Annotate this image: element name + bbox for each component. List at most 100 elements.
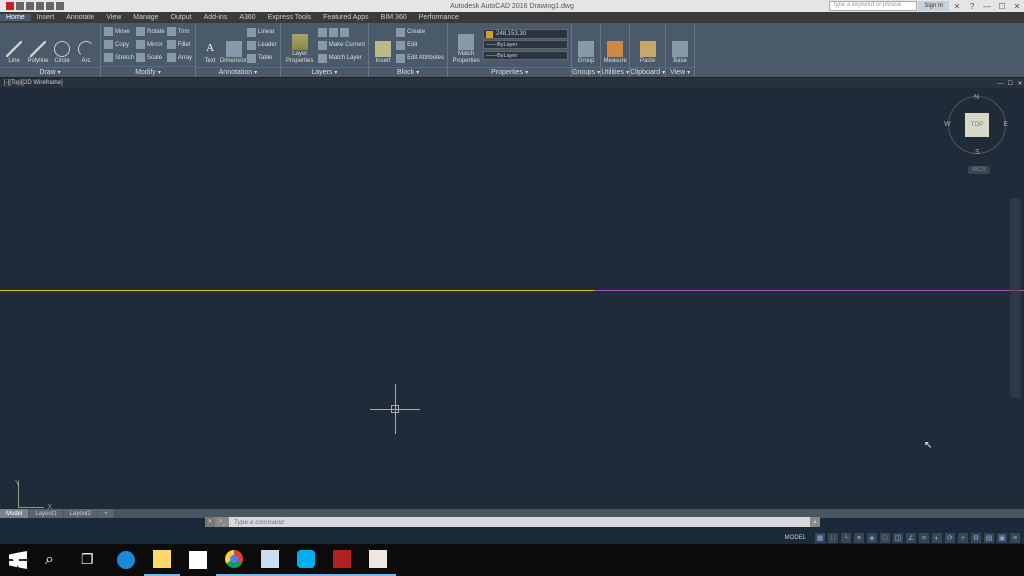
compass-n[interactable]: N — [974, 94, 979, 101]
match-properties-button[interactable]: Match Properties — [451, 25, 481, 65]
layout-tab-1[interactable]: Layout1 — [29, 509, 62, 518]
viewcube-face-top[interactable]: TOP — [965, 113, 989, 137]
app-menu-icon[interactable] — [6, 2, 14, 10]
wcs-dropdown[interactable]: WCS — [968, 166, 990, 174]
tab-view[interactable]: View — [100, 14, 127, 21]
linetype-dropdown[interactable]: —— ByLayer — [483, 40, 568, 49]
panel-clipboard-label[interactable]: Clipboard▾ — [630, 67, 665, 77]
compass-w[interactable]: W — [944, 121, 951, 128]
edge-taskbar[interactable] — [108, 544, 144, 576]
store-taskbar[interactable] — [180, 544, 216, 576]
qat-undo-icon[interactable] — [46, 2, 54, 10]
panel-layers-label[interactable]: Layers▾ — [281, 67, 368, 77]
line-button[interactable]: Line — [3, 25, 25, 65]
tab-addins[interactable]: Add-ins — [198, 14, 234, 21]
isodraft-toggle[interactable]: ◈ — [867, 533, 877, 543]
text-button[interactable]: AText — [199, 25, 221, 65]
layer-dropdown[interactable]: 248,153,30 — [483, 29, 568, 39]
3dosnap-toggle[interactable]: ◫ — [893, 533, 903, 543]
command-input[interactable] — [229, 517, 810, 527]
drawn-line-object[interactable] — [0, 290, 1024, 291]
workspace-switch[interactable]: ⚙ — [971, 533, 981, 543]
osnap-toggle[interactable]: □ — [880, 533, 890, 543]
paint-taskbar[interactable] — [360, 544, 396, 576]
lineweight-dropdown[interactable]: —— ByLayer — [483, 51, 568, 60]
start-button[interactable] — [0, 544, 36, 576]
layer-states-row[interactable] — [318, 26, 365, 38]
doc-max-button[interactable]: ☐ — [1006, 80, 1014, 87]
maximize-button[interactable]: ☐ — [995, 1, 1009, 11]
leader-button[interactable]: Leader — [247, 39, 277, 51]
tab-manage[interactable]: Manage — [127, 14, 164, 21]
stretch-button[interactable]: Stretch — [104, 52, 134, 64]
panel-modify-label[interactable]: Modify▾ — [101, 66, 195, 77]
circle-button[interactable]: Circle — [51, 25, 73, 65]
move-button[interactable]: Move — [104, 26, 134, 38]
panel-groups-label[interactable]: Groups▾ — [572, 67, 600, 77]
drawing-area[interactable]: [-][Top][2D Wireframe] — ☐ ✕ ↖ Y X TOP N… — [0, 78, 1024, 518]
tab-insert[interactable]: Insert — [31, 14, 61, 21]
snap-toggle[interactable]: ∷ — [828, 533, 838, 543]
sign-in-button[interactable]: Sign In — [918, 1, 949, 11]
notepad-taskbar[interactable] — [252, 544, 288, 576]
status-model-button[interactable]: MODEL — [785, 535, 806, 541]
command-line[interactable]: ✕ >_ ▴ — [205, 517, 820, 527]
polyline-button[interactable]: Polyline — [27, 25, 49, 65]
selection-cycling[interactable]: ⟳ — [945, 533, 955, 543]
cmdline-recent-icon[interactable]: >_ — [215, 517, 229, 527]
arc-button[interactable]: Arc — [75, 25, 97, 65]
scale-button[interactable]: Scale — [136, 52, 165, 64]
compass-e[interactable]: E — [1003, 121, 1008, 128]
compass-s[interactable]: S — [975, 149, 980, 156]
tab-a360[interactable]: A360 — [233, 14, 261, 21]
lwt-toggle[interactable]: ≡ — [919, 533, 929, 543]
panel-utilities-label[interactable]: Utilities▾ — [601, 67, 629, 77]
dimension-button[interactable]: Dimension — [223, 25, 245, 65]
panel-draw-label[interactable]: Draw▾ — [0, 67, 100, 77]
group-button[interactable]: Group — [575, 25, 597, 65]
tab-output[interactable]: Output — [165, 14, 198, 21]
qat-save-icon[interactable] — [36, 2, 44, 10]
rotate-button[interactable]: Rotate — [136, 26, 165, 38]
make-current-button[interactable]: Make Current — [318, 39, 365, 51]
qat-open-icon[interactable] — [26, 2, 34, 10]
mirror-button[interactable]: Mirror — [136, 39, 165, 51]
cmdline-close-icon[interactable]: ✕ — [205, 517, 215, 527]
otrack-toggle[interactable]: ∠ — [906, 533, 916, 543]
fillet-button[interactable]: Fillet — [167, 39, 192, 51]
trim-button[interactable]: Trim — [167, 26, 192, 38]
qat-redo-icon[interactable] — [56, 2, 64, 10]
panel-block-label[interactable]: Block▾ — [369, 67, 447, 77]
paste-button[interactable]: Paste — [637, 25, 659, 65]
panel-annotation-label[interactable]: Annotation▾ — [196, 67, 280, 77]
tab-performance[interactable]: Performance — [413, 14, 465, 21]
ortho-toggle[interactable]: └ — [841, 533, 851, 543]
table-button[interactable]: Table — [247, 52, 277, 64]
minimize-button[interactable]: — — [980, 1, 994, 11]
viewport-label[interactable]: [-][Top][2D Wireframe] — [4, 80, 63, 86]
qat-new-icon[interactable] — [16, 2, 24, 10]
navigation-bar[interactable] — [1010, 198, 1021, 398]
tab-annotate[interactable]: Annotate — [60, 14, 100, 21]
edit-attributes-button[interactable]: Edit Attributes — [396, 52, 444, 64]
file-explorer-taskbar[interactable] — [144, 544, 180, 576]
create-block-button[interactable]: Create — [396, 26, 444, 38]
task-view-button[interactable] — [72, 544, 108, 576]
doc-min-button[interactable]: — — [997, 81, 1005, 87]
edit-block-button[interactable]: Edit — [396, 39, 444, 51]
grid-toggle[interactable]: ▦ — [815, 533, 825, 543]
array-button[interactable]: Array — [167, 52, 192, 64]
skype-taskbar[interactable] — [288, 544, 324, 576]
tab-bim360[interactable]: BIM 360 — [375, 14, 413, 21]
layout-tab-add[interactable]: + — [98, 509, 114, 518]
ucs-icon[interactable]: Y X — [6, 482, 44, 508]
base-view-button[interactable]: Base — [669, 25, 691, 65]
layer-properties-button[interactable]: Layer Properties — [284, 25, 316, 65]
cmdline-history-icon[interactable]: ▴ — [810, 517, 820, 527]
viewcube[interactable]: TOP N E S W WCS — [948, 96, 1006, 154]
tab-express[interactable]: Express Tools — [262, 14, 317, 21]
exchange-icon[interactable]: ✕ — [950, 1, 964, 11]
quickprops-toggle[interactable]: ▣ — [997, 533, 1007, 543]
annotation-monitor[interactable]: + — [958, 533, 968, 543]
tab-featured[interactable]: Featured Apps — [317, 14, 375, 21]
